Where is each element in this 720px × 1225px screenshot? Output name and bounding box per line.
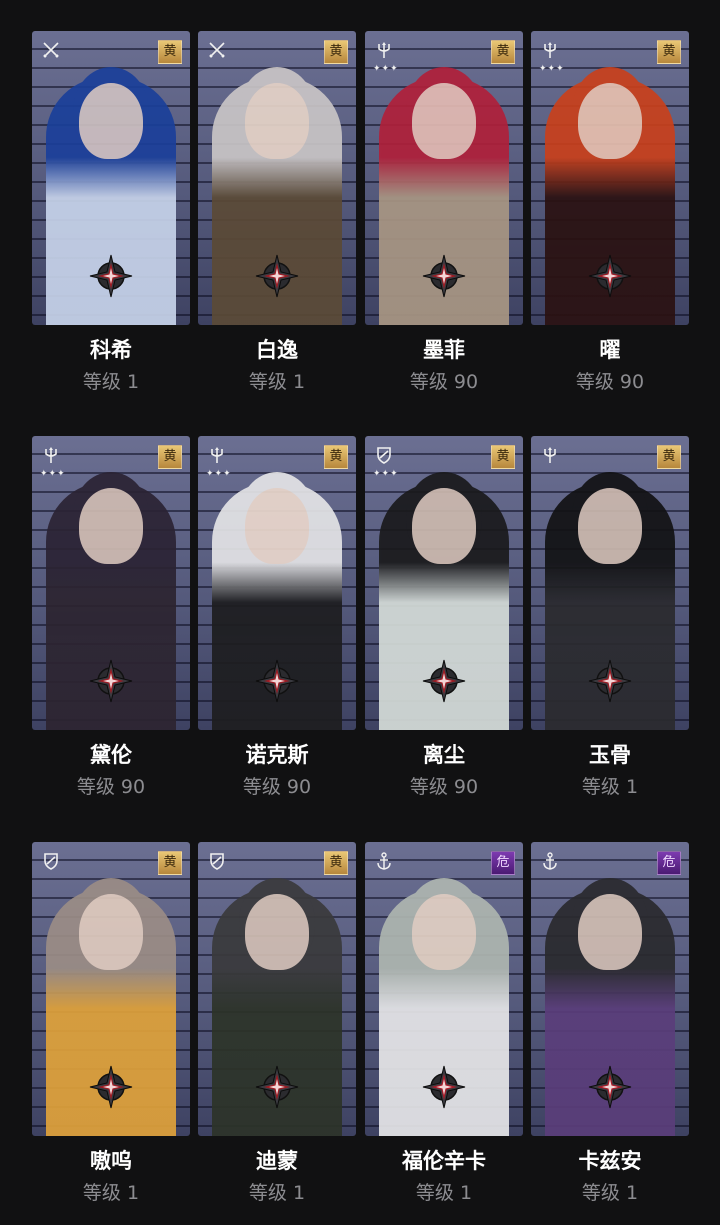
character-card[interactable]: 黄迪蒙等级 1 xyxy=(198,842,356,1205)
character-portrait[interactable]: 危 xyxy=(365,842,523,1136)
trident-icon xyxy=(541,41,559,59)
faction-badge: 危 xyxy=(657,851,681,875)
faction-badge: 黄 xyxy=(324,851,348,875)
character-portrait[interactable]: 危 xyxy=(531,842,689,1136)
emblem-icon xyxy=(421,658,467,704)
character-portrait[interactable]: 黄 xyxy=(32,31,190,325)
character-portrait[interactable]: ✦✦✦ 黄 xyxy=(365,436,523,730)
character-level: 等级 1 xyxy=(248,371,306,393)
emblem-icon xyxy=(88,253,134,299)
character-name: 曜 xyxy=(599,338,621,362)
character-card[interactable]: 黄玉骨等级 1 xyxy=(531,436,689,799)
character-level: 等级 1 xyxy=(581,776,639,798)
faction-badge: 黄 xyxy=(491,445,515,469)
character-level: 等级 1 xyxy=(415,1182,473,1204)
character-card[interactable]: ✦✦✦ 黄黛伦等级 90 xyxy=(32,436,190,799)
anchor-icon xyxy=(541,852,559,870)
character-level: 等级 90 xyxy=(76,776,146,798)
emblem-icon xyxy=(88,1064,134,1110)
emblem-icon xyxy=(421,253,467,299)
emblem-icon xyxy=(254,658,300,704)
character-name: 诺克斯 xyxy=(245,743,309,767)
character-name: 玉骨 xyxy=(589,743,631,767)
crossed-swords-icon xyxy=(208,41,226,59)
character-name: 嗷呜 xyxy=(90,1149,132,1173)
faction-badge: 黄 xyxy=(657,40,681,64)
character-card[interactable]: 黄科希等级 1 xyxy=(32,31,190,394)
character-name: 离尘 xyxy=(423,743,465,767)
emblem-icon xyxy=(587,658,633,704)
character-name: 福伦辛卡 xyxy=(402,1149,486,1173)
trident-icon xyxy=(541,446,559,464)
emblem-icon xyxy=(88,658,134,704)
character-level: 等级 1 xyxy=(82,371,140,393)
shield-icon xyxy=(208,852,226,870)
character-name: 黛伦 xyxy=(90,743,132,767)
character-name: 科希 xyxy=(90,338,132,362)
faction-badge: 黄 xyxy=(324,40,348,64)
character-card[interactable]: 黄嗷呜等级 1 xyxy=(32,842,190,1205)
character-card[interactable]: ✦✦✦ 黄离尘等级 90 xyxy=(365,436,523,799)
rank-stars: ✦✦✦ xyxy=(373,469,399,479)
character-card[interactable]: 黄白逸等级 1 xyxy=(198,31,356,394)
faction-badge: 黄 xyxy=(491,40,515,64)
crossed-swords-icon xyxy=(42,41,60,59)
character-card[interactable]: ✦✦✦ 黄墨菲等级 90 xyxy=(365,31,523,394)
character-name: 白逸 xyxy=(256,338,298,362)
emblem-icon xyxy=(421,1064,467,1110)
trident-icon xyxy=(375,41,393,59)
rank-stars: ✦✦✦ xyxy=(539,64,565,74)
faction-badge: 黄 xyxy=(158,445,182,469)
character-level: 等级 1 xyxy=(82,1182,140,1204)
trident-icon xyxy=(42,446,60,464)
character-level: 等级 1 xyxy=(581,1182,639,1204)
character-name: 卡兹安 xyxy=(578,1149,642,1173)
anchor-icon xyxy=(375,852,393,870)
character-grid: 黄科希 等级 1 黄白逸 等级 1 ✦✦✦ 黄墨菲 等级 90 ✦✦✦ 黄曜等级 90 ✦✦✦ 黄黛… xyxy=(0,0,720,1225)
character-portrait[interactable]: 黄 xyxy=(198,842,356,1136)
faction-badge: 黄 xyxy=(158,851,182,875)
faction-badge: 黄 xyxy=(657,445,681,469)
faction-badge: 危 xyxy=(491,851,515,875)
character-portrait[interactable]: 黄 xyxy=(198,31,356,325)
rank-stars: ✦✦✦ xyxy=(373,64,399,74)
shield-icon xyxy=(42,852,60,870)
rank-stars: ✦✦✦ xyxy=(206,469,232,479)
character-card[interactable]: ✦✦✦ 黄曜等级 90 xyxy=(531,31,689,394)
faction-badge: 黄 xyxy=(324,445,348,469)
character-level: 等级 90 xyxy=(409,776,479,798)
character-card[interactable]: 危福伦辛卡等级 1 xyxy=(365,842,523,1205)
emblem-icon xyxy=(587,253,633,299)
character-portrait[interactable]: ✦✦✦ 黄 xyxy=(32,436,190,730)
emblem-icon xyxy=(587,1064,633,1110)
character-card[interactable]: 危卡兹安等级 1 xyxy=(531,842,689,1205)
character-portrait[interactable]: ✦✦✦ 黄 xyxy=(198,436,356,730)
character-level: 等级 90 xyxy=(242,776,312,798)
emblem-icon xyxy=(254,253,300,299)
character-portrait[interactable]: 黄 xyxy=(32,842,190,1136)
character-portrait[interactable]: ✦✦✦ 黄 xyxy=(531,31,689,325)
trident-icon xyxy=(208,446,226,464)
character-level: 等级 1 xyxy=(248,1182,306,1204)
emblem-icon xyxy=(254,1064,300,1110)
character-portrait[interactable]: ✦✦✦ 黄 xyxy=(365,31,523,325)
rank-stars: ✦✦✦ xyxy=(40,469,66,479)
character-name: 迪蒙 xyxy=(256,1149,298,1173)
faction-badge: 黄 xyxy=(158,40,182,64)
shield-icon xyxy=(375,446,393,464)
character-name: 墨菲 xyxy=(423,338,465,362)
character-portrait[interactable]: 黄 xyxy=(531,436,689,730)
character-card[interactable]: ✦✦✦ 黄诺克斯等级 90 xyxy=(198,436,356,799)
character-level: 等级 90 xyxy=(409,371,479,393)
character-level: 等级 90 xyxy=(575,371,645,393)
